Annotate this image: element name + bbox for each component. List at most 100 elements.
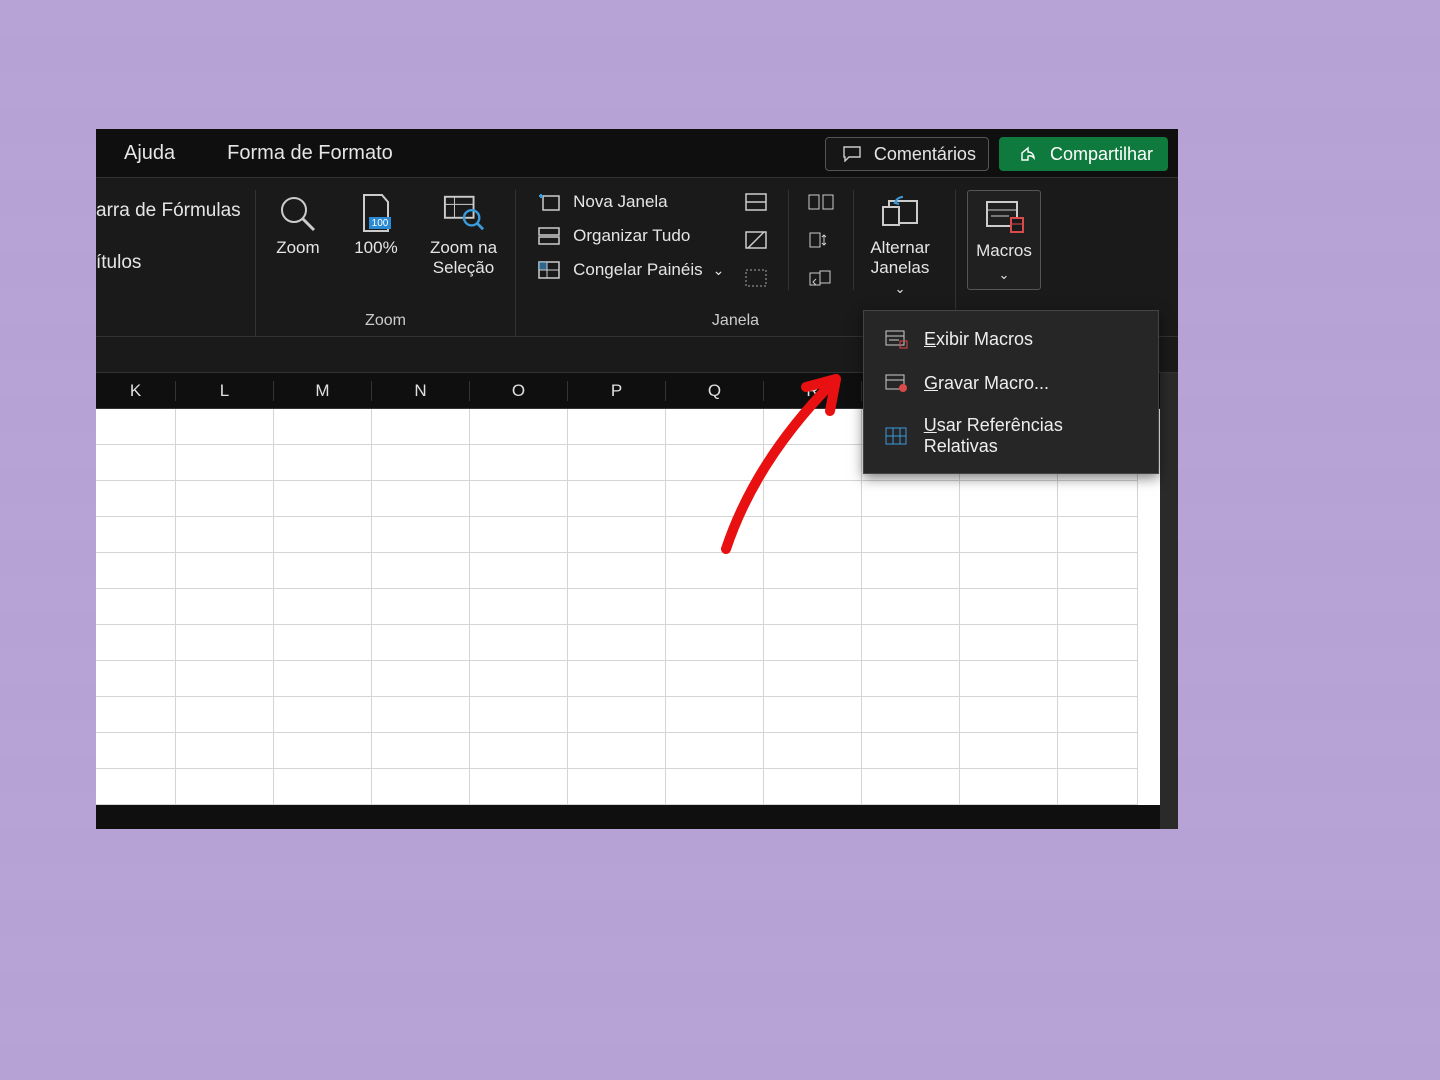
cell[interactable]	[764, 733, 862, 769]
column-header-M[interactable]: M	[274, 381, 372, 401]
column-header-Q[interactable]: Q	[666, 381, 764, 401]
cell[interactable]	[96, 661, 176, 697]
tab-help[interactable]: Ajuda	[116, 136, 183, 171]
cell[interactable]	[96, 769, 176, 805]
cell[interactable]	[568, 625, 666, 661]
cell[interactable]	[568, 445, 666, 481]
zoom-100-button[interactable]: 100 100%	[346, 190, 406, 262]
cell[interactable]	[470, 769, 568, 805]
cell[interactable]	[96, 445, 176, 481]
column-header-L[interactable]: L	[176, 381, 274, 401]
cell[interactable]	[960, 733, 1058, 769]
comments-button[interactable]: Comentários	[825, 137, 989, 171]
zoom-button[interactable]: Zoom	[268, 190, 328, 262]
column-header-P[interactable]: P	[568, 381, 666, 401]
cell[interactable]	[176, 733, 274, 769]
cell[interactable]	[96, 409, 176, 445]
cell[interactable]	[666, 589, 764, 625]
cell[interactable]	[666, 445, 764, 481]
cell[interactable]	[470, 589, 568, 625]
column-header-O[interactable]: O	[470, 381, 568, 401]
cell[interactable]	[1058, 481, 1138, 517]
cell[interactable]	[862, 661, 960, 697]
cell[interactable]	[470, 625, 568, 661]
cell[interactable]	[862, 625, 960, 661]
cell[interactable]	[176, 625, 274, 661]
cell[interactable]	[372, 625, 470, 661]
cell[interactable]	[666, 697, 764, 733]
cell[interactable]	[470, 661, 568, 697]
column-header-R[interactable]: R	[764, 381, 862, 401]
cell[interactable]	[666, 661, 764, 697]
cell[interactable]	[176, 589, 274, 625]
zoom-selection-button[interactable]: Zoom na Seleção	[424, 190, 503, 283]
cell[interactable]	[470, 445, 568, 481]
cell[interactable]	[666, 769, 764, 805]
cell[interactable]	[372, 733, 470, 769]
cell[interactable]	[666, 553, 764, 589]
cell[interactable]	[764, 589, 862, 625]
cell[interactable]	[372, 481, 470, 517]
cell[interactable]	[862, 517, 960, 553]
cell[interactable]	[1058, 697, 1138, 733]
cell[interactable]	[274, 769, 372, 805]
cell[interactable]	[1058, 589, 1138, 625]
cell[interactable]	[372, 409, 470, 445]
cell[interactable]	[764, 661, 862, 697]
cell[interactable]	[372, 697, 470, 733]
cell[interactable]	[372, 769, 470, 805]
cell[interactable]	[274, 625, 372, 661]
cell[interactable]	[176, 553, 274, 589]
cell[interactable]	[96, 589, 176, 625]
cell[interactable]	[176, 517, 274, 553]
column-header-K[interactable]: K	[96, 381, 176, 401]
cell[interactable]	[568, 481, 666, 517]
split-icon[interactable]	[742, 190, 770, 214]
cell[interactable]	[960, 625, 1058, 661]
share-button[interactable]: Compartilhar	[999, 137, 1168, 171]
cell[interactable]	[764, 445, 862, 481]
cell[interactable]	[960, 661, 1058, 697]
cell[interactable]	[176, 481, 274, 517]
cell[interactable]	[666, 733, 764, 769]
cell[interactable]	[862, 481, 960, 517]
cell[interactable]	[274, 553, 372, 589]
cell[interactable]	[862, 697, 960, 733]
cell[interactable]	[372, 517, 470, 553]
cell[interactable]	[470, 517, 568, 553]
cell[interactable]	[764, 553, 862, 589]
cell[interactable]	[862, 589, 960, 625]
cell[interactable]	[764, 481, 862, 517]
menu-relative-refs[interactable]: Usar Referências Relativas	[864, 405, 1158, 467]
cell[interactable]	[176, 697, 274, 733]
macros-button[interactable]: Macros ⌄	[967, 190, 1041, 290]
sync-scroll-icon[interactable]	[807, 228, 835, 252]
menu-view-macros[interactable]: Exibir Macros	[864, 317, 1158, 361]
cell[interactable]	[176, 769, 274, 805]
cell[interactable]	[862, 769, 960, 805]
switch-windows-button[interactable]: Alternar Janelas ⌄	[864, 190, 936, 301]
cell[interactable]	[372, 553, 470, 589]
cell[interactable]	[960, 769, 1058, 805]
cell[interactable]	[568, 697, 666, 733]
cell[interactable]	[470, 697, 568, 733]
cell[interactable]	[96, 553, 176, 589]
cell[interactable]	[764, 697, 862, 733]
cell[interactable]	[568, 769, 666, 805]
cell[interactable]	[372, 589, 470, 625]
cell[interactable]	[274, 445, 372, 481]
formula-bar-checkbox-label[interactable]: arra de Fórmulas	[96, 200, 241, 222]
cell[interactable]	[176, 661, 274, 697]
cell[interactable]	[960, 697, 1058, 733]
cell[interactable]	[274, 589, 372, 625]
cell[interactable]	[568, 733, 666, 769]
freeze-panes-button[interactable]: Congelar Painéis ⌄	[535, 258, 724, 282]
cell[interactable]	[372, 661, 470, 697]
cell[interactable]	[176, 409, 274, 445]
cell[interactable]	[666, 481, 764, 517]
cell[interactable]	[1058, 661, 1138, 697]
cell[interactable]	[764, 409, 862, 445]
cell[interactable]	[764, 769, 862, 805]
cell[interactable]	[568, 553, 666, 589]
cell[interactable]	[1058, 625, 1138, 661]
